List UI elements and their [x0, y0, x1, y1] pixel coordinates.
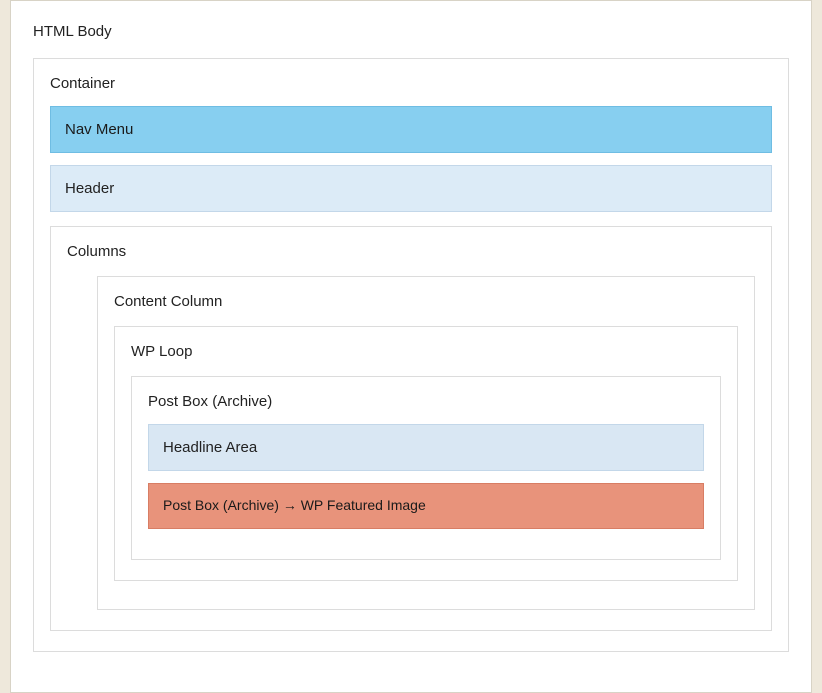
- columns-label: Columns: [67, 241, 755, 262]
- header-label: Header: [65, 180, 114, 197]
- featured-image-block[interactable]: Post Box (Archive) → WP Featured Image: [148, 483, 704, 529]
- content-column: Content Column WP Loop Post Box (Archive…: [97, 276, 755, 610]
- featured-image-label: Post Box (Archive) → WP Featured Image: [163, 497, 426, 513]
- columns: Columns Content Column WP Loop Post Box …: [50, 226, 772, 631]
- html-body-label: HTML Body: [33, 21, 789, 42]
- content-column-label: Content Column: [114, 291, 738, 312]
- nav-menu-label: Nav Menu: [65, 121, 133, 138]
- post-box-label: Post Box (Archive): [148, 391, 704, 412]
- post-box-archive: Post Box (Archive) Headline Area Post Bo…: [131, 376, 721, 560]
- headline-area-label: Headline Area: [163, 439, 257, 456]
- wp-loop: WP Loop Post Box (Archive) Headline Area…: [114, 326, 738, 581]
- container-label: Container: [50, 73, 772, 94]
- html-body: HTML Body Container Nav Menu Header Colu…: [10, 0, 812, 693]
- headline-area-block[interactable]: Headline Area: [148, 424, 704, 471]
- wp-loop-label: WP Loop: [131, 341, 721, 362]
- container: Container Nav Menu Header Columns Conten…: [33, 58, 789, 652]
- nav-menu-block[interactable]: Nav Menu: [50, 106, 772, 153]
- header-block[interactable]: Header: [50, 165, 772, 212]
